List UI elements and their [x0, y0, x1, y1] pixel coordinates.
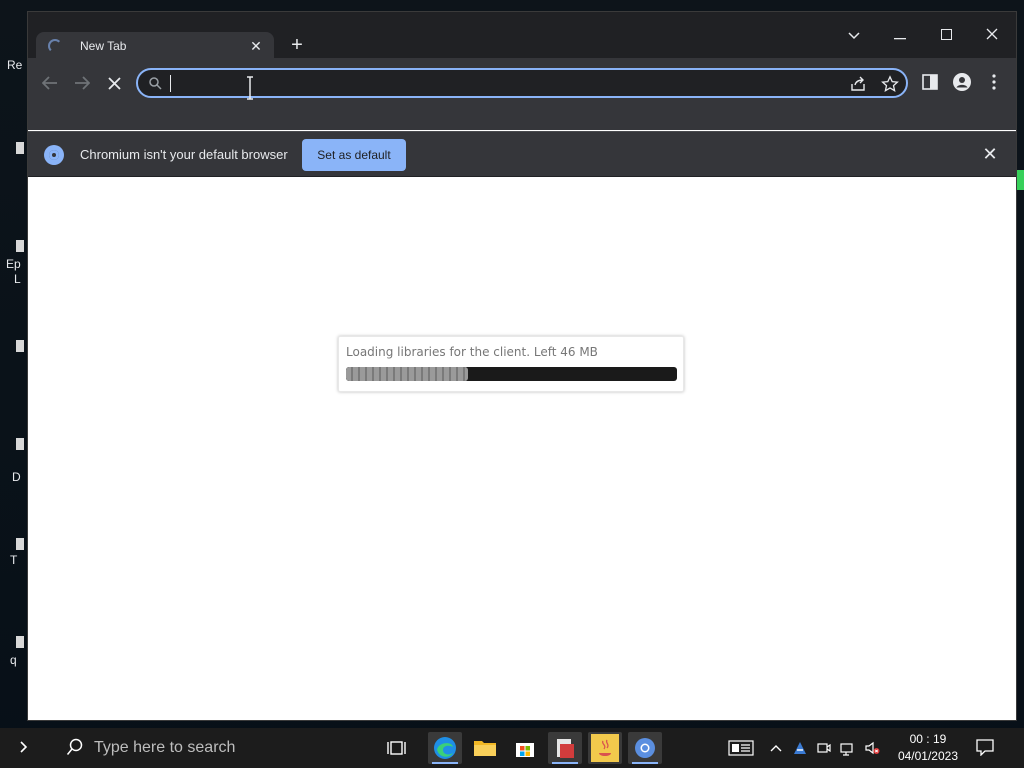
task-view-icon — [387, 741, 406, 755]
page-content: Loading libraries for the client. Left 4… — [28, 178, 1016, 720]
side-panel-icon[interactable] — [920, 72, 940, 92]
minimize-button[interactable] — [884, 24, 916, 46]
notification-icon[interactable] — [976, 739, 994, 756]
loading-panel: Loading libraries for the client. Left 4… — [338, 336, 684, 392]
close-icon[interactable]: ✕ — [980, 144, 1000, 164]
desktop-label: Ep — [6, 257, 21, 271]
search-placeholder: Type here to search — [94, 739, 236, 756]
profile-icon[interactable] — [952, 72, 972, 92]
store-icon — [516, 743, 534, 757]
title-bar: New Tab ✕ + — [28, 12, 1016, 60]
clock[interactable]: 00 : 19 04/01/2023 — [898, 731, 958, 765]
edge-icon — [434, 737, 456, 759]
search-icon — [66, 738, 83, 755]
desktop-label: T — [10, 553, 18, 567]
loading-message: Loading libraries for the client. Left 4… — [346, 345, 598, 359]
arrow-left-icon — [41, 76, 57, 90]
back-button[interactable] — [36, 70, 64, 98]
task-view-button[interactable] — [380, 732, 414, 764]
desktop-label: q — [10, 653, 17, 667]
stop-icon — [107, 77, 121, 90]
text-cursor-icon — [247, 76, 253, 100]
chromium-logo-icon — [44, 145, 64, 165]
chromium-icon — [635, 738, 655, 758]
desktop-app-edge — [1016, 170, 1024, 190]
browser-window: New Tab ✕ + Chromium isn't your default … — [28, 12, 1016, 720]
share-icon[interactable] — [849, 75, 867, 93]
new-tab-button[interactable]: + — [286, 34, 308, 56]
progress-bar — [346, 367, 677, 381]
close-icon[interactable]: ✕ — [248, 38, 264, 54]
desktop-label: L — [14, 272, 21, 286]
time: 00 : 19 — [909, 732, 947, 746]
loading-spinner-icon — [48, 39, 62, 53]
chromium-app[interactable] — [628, 732, 662, 764]
file-explorer-app[interactable] — [468, 732, 502, 764]
menu-icon[interactable] — [984, 72, 1004, 92]
address-input[interactable] — [174, 74, 834, 94]
maximize-button[interactable] — [930, 24, 962, 46]
text-caret — [170, 75, 171, 92]
stop-button[interactable] — [100, 70, 128, 98]
date: 04/01/2023 — [897, 749, 958, 763]
desktop-icon[interactable] — [16, 636, 24, 648]
desktop-icon[interactable] — [16, 340, 24, 352]
active-indicator — [552, 762, 578, 764]
volume-muted-icon[interactable] — [864, 740, 880, 756]
forward-button[interactable] — [68, 70, 96, 98]
app-button[interactable] — [548, 732, 582, 764]
news-icon[interactable] — [728, 740, 754, 756]
desktop-icon[interactable] — [16, 240, 24, 252]
camera-icon[interactable] — [816, 740, 832, 756]
file-explorer-icon — [474, 741, 496, 756]
tab-title: New Tab — [80, 39, 127, 53]
java-icon — [591, 734, 619, 762]
desktop-label: D — [12, 470, 21, 484]
close-icon — [986, 28, 998, 40]
search-icon — [149, 77, 162, 90]
tab-search-button[interactable] — [838, 24, 870, 46]
edge-app[interactable] — [428, 732, 462, 764]
taskbar: Type here to search 00 : 19 04/01/2023 — [0, 728, 1024, 768]
network-app-icon[interactable] — [792, 740, 808, 756]
store-app[interactable] — [508, 732, 542, 764]
minimize-icon — [894, 38, 906, 40]
active-indicator — [432, 762, 458, 764]
progress-fill — [346, 367, 469, 381]
arrow-right-icon — [75, 76, 91, 90]
close-window-button[interactable] — [976, 24, 1008, 46]
network-icon[interactable] — [840, 740, 856, 756]
active-indicator — [632, 762, 658, 764]
star-icon[interactable] — [881, 75, 899, 93]
app-icon — [557, 739, 574, 758]
chevron-up-icon[interactable] — [768, 740, 784, 756]
chevron-right-icon[interactable] — [14, 738, 34, 758]
java-app[interactable] — [588, 732, 622, 764]
desktop-label: Re — [7, 58, 23, 72]
desktop-icon[interactable] — [16, 538, 24, 550]
infobar-message: Chromium isn't your default browser — [80, 147, 288, 162]
tab-new-tab[interactable]: New Tab ✕ — [36, 32, 274, 60]
taskbar-search[interactable]: Type here to search — [48, 728, 372, 768]
maximize-icon — [940, 29, 952, 40]
set-as-default-button[interactable]: Set as default — [302, 139, 406, 171]
default-browser-infobar: Chromium isn't your default browser Set … — [28, 131, 1016, 177]
toolbar — [28, 58, 1016, 130]
chevron-down-icon — [848, 32, 860, 40]
desktop-icon[interactable] — [16, 438, 24, 450]
desktop-icon[interactable] — [16, 142, 24, 154]
